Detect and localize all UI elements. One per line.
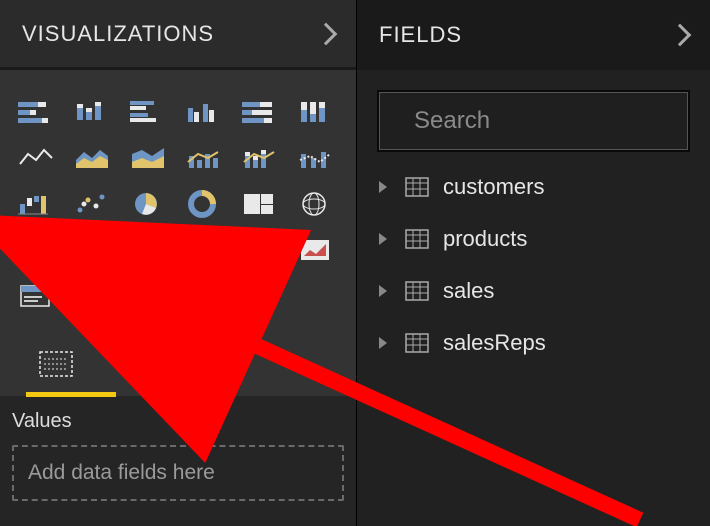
viz-card[interactable]: 123 xyxy=(182,232,226,268)
viz-area[interactable] xyxy=(70,140,114,176)
viz-line-stacked-column[interactable] xyxy=(238,140,282,176)
viz-matrix[interactable] xyxy=(126,278,170,314)
viz-multi-row-card[interactable] xyxy=(238,232,282,268)
fields-header: FIELDS xyxy=(357,0,710,70)
viz-filled-map[interactable] xyxy=(14,232,58,268)
visualizations-header: VISUALIZATIONS xyxy=(0,0,356,70)
viz-clustered-column[interactable] xyxy=(182,94,226,130)
viz-funnel[interactable] xyxy=(70,232,114,268)
table-sales[interactable]: sales xyxy=(379,278,688,304)
search-input[interactable] xyxy=(414,107,710,135)
values-label: Values xyxy=(12,410,344,433)
expand-icon xyxy=(379,181,387,193)
svg-text:123: 123 xyxy=(194,246,212,258)
table-icon xyxy=(405,177,429,197)
viz-100pct-stacked-column[interactable] xyxy=(294,94,338,130)
viz-waterfall[interactable] xyxy=(14,186,58,222)
viz-clustered-bar[interactable] xyxy=(126,94,170,130)
table-salesReps[interactable]: salesReps xyxy=(379,330,688,356)
visualizations-pane: VISUALIZATIONS xyxy=(0,0,356,526)
table-label: sales xyxy=(443,278,494,304)
table-icon xyxy=(405,281,429,301)
viz-ribbon[interactable] xyxy=(294,140,338,176)
more-icon: ••• xyxy=(245,285,274,307)
table-label: customers xyxy=(443,174,544,200)
viz-table[interactable] xyxy=(70,278,114,314)
values-drop-zone[interactable]: Add data fields here xyxy=(12,445,344,501)
viz-100pct-stacked-bar[interactable] xyxy=(238,94,282,130)
visualizations-title: VISUALIZATIONS xyxy=(22,21,214,47)
viz-gauge[interactable] xyxy=(126,232,170,268)
table-icon xyxy=(405,229,429,249)
fields-pane: FIELDS customers products sales xyxy=(356,0,710,526)
viz-donut[interactable] xyxy=(182,186,226,222)
tables-list: customers products sales salesReps xyxy=(357,174,710,356)
viz-line[interactable] xyxy=(14,140,58,176)
viz-kpi[interactable] xyxy=(294,232,338,268)
viz-pie[interactable] xyxy=(126,186,170,222)
viz-stacked-bar[interactable] xyxy=(14,94,58,130)
viz-more[interactable]: ••• xyxy=(238,278,282,314)
table-icon xyxy=(405,333,429,353)
viz-r-script[interactable]: R xyxy=(182,278,226,314)
viz-line-clustered-column[interactable] xyxy=(182,140,226,176)
viz-scatter[interactable] xyxy=(70,186,114,222)
viz-stacked-area[interactable] xyxy=(126,140,170,176)
viz-stacked-column[interactable] xyxy=(70,94,114,130)
fields-title: FIELDS xyxy=(379,22,462,48)
viz-map[interactable] xyxy=(294,186,338,222)
viz-treemap[interactable] xyxy=(238,186,282,222)
collapse-fields-icon[interactable] xyxy=(669,24,692,47)
search-box[interactable] xyxy=(379,92,688,150)
format-tab[interactable] xyxy=(110,347,144,392)
table-customers[interactable]: customers xyxy=(379,174,688,200)
expand-icon xyxy=(379,233,387,245)
table-label: salesReps xyxy=(443,330,546,356)
visualization-gallery: 123 R xyxy=(14,94,346,314)
table-label: products xyxy=(443,226,527,252)
viz-slicer[interactable] xyxy=(14,278,58,314)
fields-tab[interactable] xyxy=(36,348,76,391)
expand-icon xyxy=(379,337,387,349)
table-products[interactable]: products xyxy=(379,226,688,252)
collapse-visualizations-icon[interactable] xyxy=(315,22,338,45)
expand-icon xyxy=(379,285,387,297)
